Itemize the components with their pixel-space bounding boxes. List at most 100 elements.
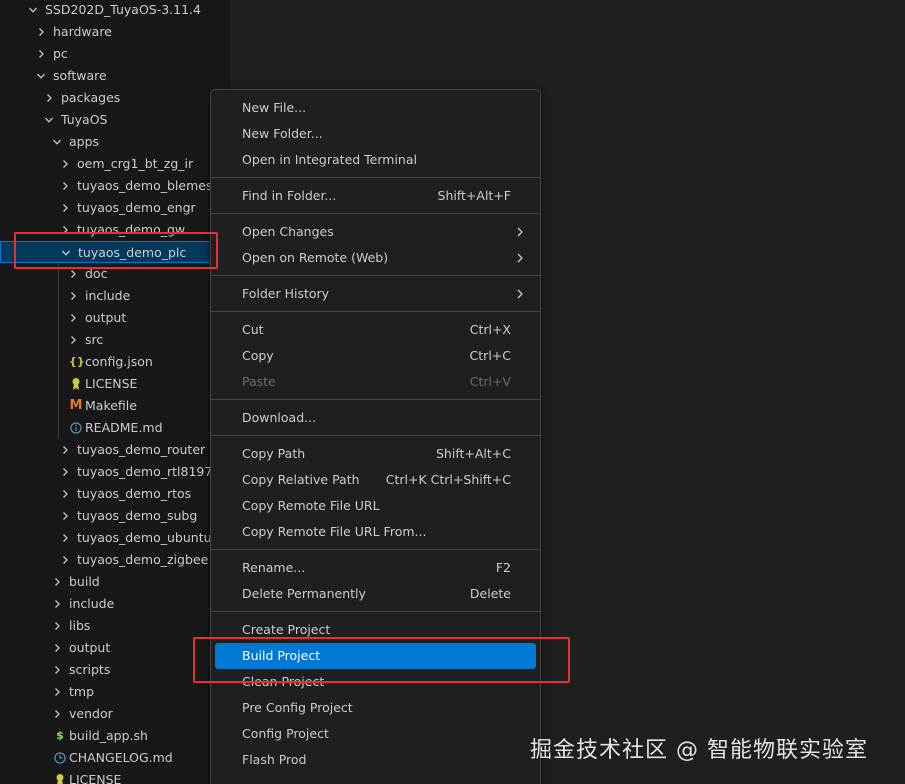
- chevron-right-icon[interactable]: [44, 87, 56, 109]
- tree-item[interactable]: software: [0, 65, 230, 87]
- tree-item-label: TuyaOS: [61, 112, 108, 127]
- tree-item[interactable]: SSD202D_TuyaOS-3.11.4: [0, 0, 230, 21]
- tree-item[interactable]: TuyaOS: [0, 109, 230, 131]
- tree-item-label: build: [69, 574, 100, 589]
- chevron-right-icon[interactable]: [68, 285, 80, 307]
- menu-item-download[interactable]: Download...: [215, 405, 536, 431]
- chevron-right-icon[interactable]: [52, 571, 64, 593]
- chevron-right-icon[interactable]: [60, 527, 72, 549]
- tree-item-label: include: [85, 288, 131, 303]
- tree-item[interactable]: tmp: [0, 681, 230, 703]
- tree-item[interactable]: {} config.json: [0, 351, 230, 373]
- tree-item[interactable]: oem_crg1_bt_zg_ir: [0, 153, 230, 175]
- menu-item-folder-history[interactable]: Folder History: [215, 281, 536, 307]
- tree-item[interactable]: LICENSE: [0, 769, 230, 784]
- chevron-right-icon[interactable]: [60, 483, 72, 505]
- tree-item[interactable]: tuyaos_demo_rtos: [0, 483, 230, 505]
- menu-item-delete-permanently[interactable]: Delete Permanently Delete: [215, 581, 536, 607]
- menu-item-copy-path[interactable]: Copy Path Shift+Alt+C: [215, 441, 536, 467]
- makefile-icon: M: [69, 398, 83, 413]
- menu-item-label: Flash Prod: [242, 752, 307, 767]
- menu-item-pre-config-project[interactable]: Pre Config Project: [215, 695, 536, 721]
- menu-item-label: Rename...: [242, 560, 306, 575]
- tree-item-label: build_app.sh: [69, 728, 148, 743]
- chevron-right-icon[interactable]: [60, 153, 72, 175]
- chevron-right-icon[interactable]: [52, 681, 64, 703]
- tree-item[interactable]: M Makefile: [0, 395, 230, 417]
- chevron-down-icon[interactable]: [28, 0, 40, 21]
- license-icon: [53, 769, 67, 784]
- chevron-right-icon[interactable]: [52, 659, 64, 681]
- tree-item[interactable]: $ build_app.sh: [0, 725, 230, 747]
- menu-item-find-in-folder[interactable]: Find in Folder... Shift+Alt+F: [215, 183, 536, 209]
- chevron-right-icon: [516, 245, 526, 263]
- tree-item[interactable]: output: [0, 307, 230, 329]
- tree-item[interactable]: apps: [0, 131, 230, 153]
- tree-item[interactable]: tuyaos_demo_router: [0, 439, 230, 461]
- menu-item-label: Find in Folder...: [242, 188, 337, 203]
- tree-item[interactable]: build: [0, 571, 230, 593]
- chevron-right-icon[interactable]: [60, 505, 72, 527]
- tree-item[interactable]: include: [0, 593, 230, 615]
- tree-item-label: output: [69, 640, 111, 655]
- tree-item[interactable]: LICENSE: [0, 373, 230, 395]
- menu-item-config-project[interactable]: Config Project: [215, 721, 536, 747]
- chevron-right-icon[interactable]: [36, 43, 48, 65]
- menu-item-shortcut: Ctrl+X: [469, 322, 511, 337]
- chevron-right-icon[interactable]: [52, 637, 64, 659]
- menu-item-label: Copy: [242, 348, 274, 363]
- menu-item-label: Copy Remote File URL: [242, 498, 380, 513]
- menu-item-open-changes[interactable]: Open Changes: [215, 219, 536, 245]
- watermark: 掘金技术社区 @ 智能物联实验室: [530, 738, 868, 763]
- tree-item[interactable]: hardware: [0, 21, 230, 43]
- chevron-right-icon[interactable]: [60, 175, 72, 197]
- tree-item-label: config.json: [85, 354, 153, 369]
- tree-item[interactable]: packages: [0, 87, 230, 109]
- chevron-right-icon[interactable]: [52, 615, 64, 637]
- chevron-down-icon[interactable]: [36, 65, 48, 87]
- tree-item[interactable]: include: [0, 285, 230, 307]
- tree-item-label: src: [85, 332, 104, 347]
- menu-item-open-in-integrated-terminal[interactable]: Open in Integrated Terminal: [215, 147, 536, 173]
- menu-item-new-folder[interactable]: New Folder...: [215, 121, 536, 147]
- tree-item[interactable]: pc: [0, 43, 230, 65]
- tree-item[interactable]: tuyaos_demo_blemesh: [0, 175, 230, 197]
- tree-item[interactable]: src: [0, 329, 230, 351]
- tree-item[interactable]: libs: [0, 615, 230, 637]
- menu-item-label: Open on Remote (Web): [242, 250, 389, 265]
- menu-item-copy-relative-path[interactable]: Copy Relative Path Ctrl+K Ctrl+Shift+C: [215, 467, 536, 493]
- tree-item[interactable]: tuyaos_demo_subg: [0, 505, 230, 527]
- tree-item-label: LICENSE: [69, 772, 122, 784]
- menu-item-paste[interactable]: Paste Ctrl+V: [215, 369, 536, 395]
- chevron-down-icon[interactable]: [44, 109, 56, 131]
- tree-item[interactable]: tuyaos_demo_zigbee: [0, 549, 230, 571]
- chevron-down-icon[interactable]: [52, 131, 64, 153]
- menu-item-copy-remote-file-url-from[interactable]: Copy Remote File URL From...: [215, 519, 536, 545]
- chevron-right-icon[interactable]: [60, 439, 72, 461]
- tree-item[interactable]: vendor: [0, 703, 230, 725]
- menu-item-cut[interactable]: Cut Ctrl+X: [215, 317, 536, 343]
- menu-item-rename[interactable]: Rename... F2: [215, 555, 536, 581]
- tree-item[interactable]: README.md: [0, 417, 230, 439]
- tree-item[interactable]: tuyaos_demo_rtl8197fs: [0, 461, 230, 483]
- chevron-right-icon[interactable]: [60, 549, 72, 571]
- chevron-right-icon[interactable]: [52, 593, 64, 615]
- chevron-right-icon[interactable]: [60, 461, 72, 483]
- chevron-right-icon[interactable]: [60, 197, 72, 219]
- tree-item[interactable]: tuyaos_demo_ubuntu: [0, 527, 230, 549]
- menu-item-copy[interactable]: Copy Ctrl+C: [215, 343, 536, 369]
- menu-item-label: Folder History: [242, 286, 330, 301]
- tree-item[interactable]: tuyaos_demo_engr: [0, 197, 230, 219]
- menu-separator: [211, 177, 540, 178]
- menu-item-copy-remote-file-url[interactable]: Copy Remote File URL: [215, 493, 536, 519]
- menu-item-label: Copy Remote File URL From...: [242, 524, 427, 539]
- tree-item[interactable]: CHANGELOG.md: [0, 747, 230, 769]
- menu-item-flash-prod[interactable]: Flash Prod: [215, 747, 536, 773]
- menu-item-shortcut: Ctrl+K Ctrl+Shift+C: [385, 472, 511, 487]
- chevron-right-icon[interactable]: [36, 21, 48, 43]
- menu-item-open-on-remote-web[interactable]: Open on Remote (Web): [215, 245, 536, 271]
- chevron-right-icon[interactable]: [68, 307, 80, 329]
- chevron-right-icon[interactable]: [52, 703, 64, 725]
- menu-item-new-file[interactable]: New File...: [215, 95, 536, 121]
- chevron-right-icon[interactable]: [68, 329, 80, 351]
